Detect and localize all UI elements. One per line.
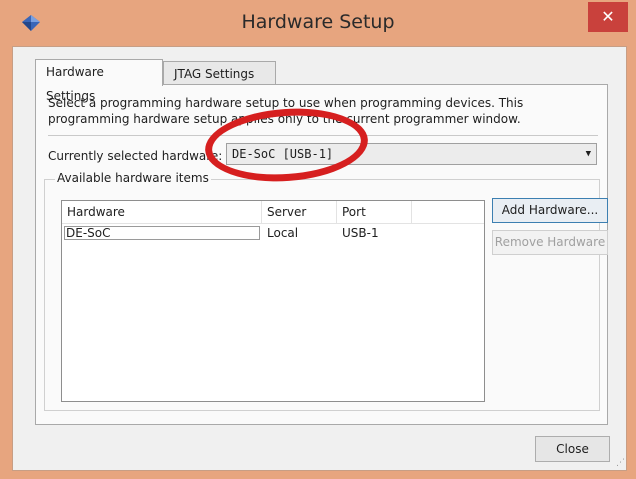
table-header: Hardware Server Port xyxy=(62,201,484,224)
description-text: Select a programming hardware setup to u… xyxy=(48,96,524,126)
divider xyxy=(48,135,598,136)
available-hardware-group: Available hardware items Hardware Server… xyxy=(44,171,608,411)
tab-hardware-settings[interactable]: Hardware Settings xyxy=(35,59,163,103)
window-close-button[interactable]: ✕ xyxy=(588,2,628,32)
hardware-table[interactable]: Hardware Server Port DE-SoC Local USB-1 xyxy=(61,200,485,402)
column-header-hardware[interactable]: Hardware xyxy=(62,201,262,223)
hardware-settings-panel: Select a programming hardware setup to u… xyxy=(35,84,608,425)
hardware-select[interactable]: DE-SoC [USB-1] ▼ xyxy=(226,143,597,165)
dialog-body: Hardware Settings JTAG Settings Select a… xyxy=(12,46,627,471)
group-label: Available hardware items xyxy=(55,171,211,185)
add-hardware-button[interactable]: Add Hardware... xyxy=(492,198,608,223)
tab-jtag-settings[interactable]: JTAG Settings xyxy=(163,61,276,85)
cell-port[interactable]: USB-1 xyxy=(338,225,413,241)
hardware-setup-window: Hardware Setup ✕ Hardware Settings JTAG … xyxy=(0,0,636,479)
cell-hardware[interactable]: DE-SoC xyxy=(62,225,262,241)
currently-selected-label: Currently selected hardware: xyxy=(48,149,223,163)
remove-hardware-button[interactable]: Remove Hardware xyxy=(492,230,608,255)
title-bar[interactable]: Hardware Setup ✕ xyxy=(0,0,636,46)
column-header-port[interactable]: Port xyxy=(337,201,412,223)
window-title: Hardware Setup xyxy=(241,11,395,33)
hardware-select-value: DE-SoC [USB-1] xyxy=(232,147,334,161)
resize-grip-icon[interactable]: ⋰ xyxy=(616,458,625,468)
close-button[interactable]: Close xyxy=(535,436,610,462)
column-header-server[interactable]: Server xyxy=(262,201,337,223)
dropdown-arrow-icon[interactable]: ▼ xyxy=(586,144,591,164)
cell-server[interactable]: Local xyxy=(263,225,338,241)
